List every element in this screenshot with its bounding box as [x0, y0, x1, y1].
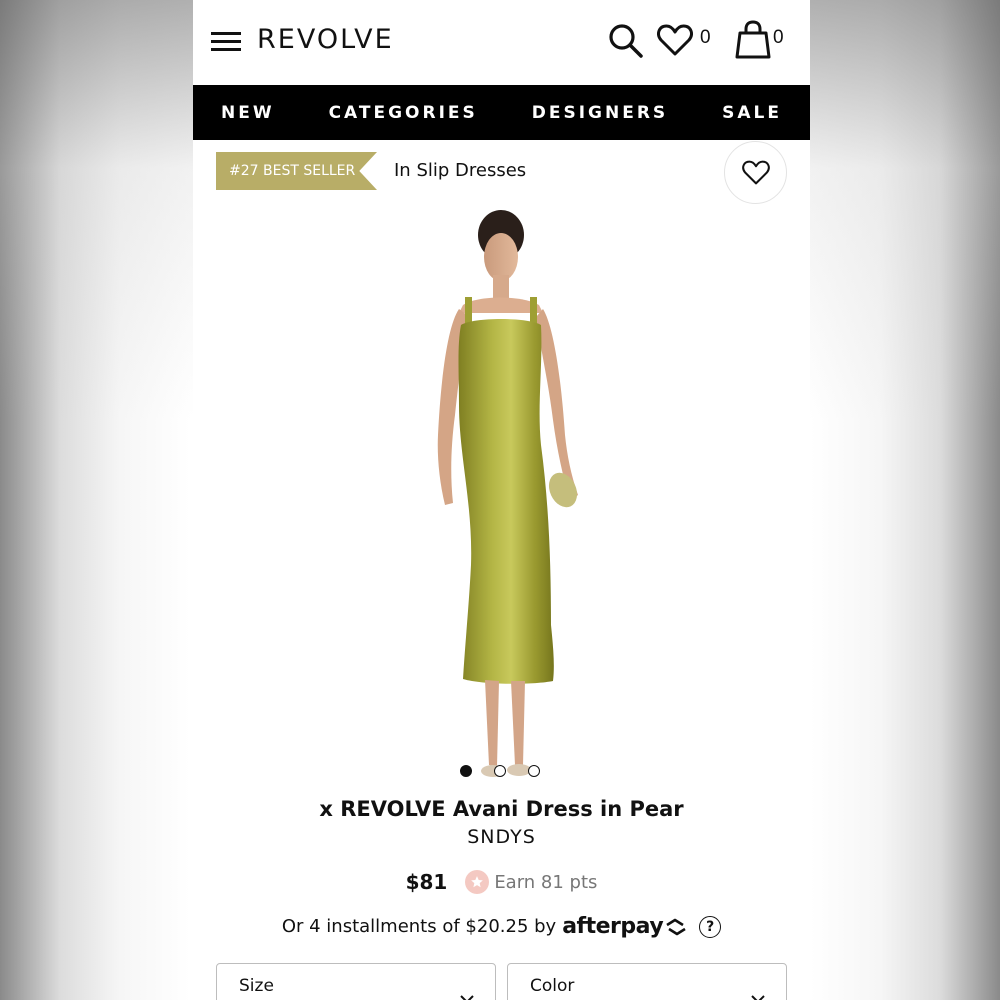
search-icon[interactable] — [607, 22, 645, 60]
chevron-down-icon — [460, 995, 474, 1000]
color-select[interactable]: Color — [507, 963, 787, 1000]
size-select-label: Size — [239, 976, 274, 996]
color-select-label: Color — [530, 976, 575, 996]
reward-points: Earn 81 pts — [465, 870, 597, 894]
carousel-dot-3[interactable] — [528, 765, 540, 777]
nav-designers[interactable]: DESIGNERS — [532, 103, 668, 123]
product-image[interactable] — [393, 205, 610, 790]
chevron-down-icon — [751, 995, 765, 1000]
logo[interactable]: REVOLVE — [257, 24, 394, 55]
carousel-dot-1[interactable] — [460, 765, 472, 777]
header: REVOLVE 0 0 — [193, 0, 810, 85]
nav-new[interactable]: NEW — [221, 103, 275, 123]
product-title: x REVOLVE Avani Dress in Pear — [319, 797, 684, 821]
best-seller-category[interactable]: In Slip Dresses — [394, 160, 526, 181]
product-brand[interactable]: SNDYS — [193, 826, 810, 848]
carousel-dots — [460, 765, 540, 777]
size-select[interactable]: Size — [216, 963, 496, 1000]
afterpay-arrows-icon — [666, 918, 686, 935]
nav-categories[interactable]: CATEGORIES — [329, 103, 478, 123]
carousel-dot-2[interactable] — [494, 765, 506, 777]
nav-sale[interactable]: SALE — [722, 103, 782, 123]
heart-icon[interactable] — [657, 24, 693, 56]
best-seller-badge: #27 BEST SELLER — [216, 152, 377, 190]
cart-count: 0 — [773, 27, 784, 48]
product-price: $81 — [405, 870, 448, 894]
add-to-wishlist-button[interactable] — [724, 141, 787, 204]
price-row: $81 Earn 81 pts — [193, 870, 810, 894]
heart-icon — [741, 160, 770, 185]
afterpay-logo[interactable]: afterpay — [562, 914, 689, 939]
main-nav: NEW CATEGORIES DESIGNERS SALE — [193, 85, 810, 140]
afterpay-label: afterpay — [562, 914, 664, 939]
wishlist-count: 0 — [700, 27, 711, 48]
mobile-page: REVOLVE 0 0 NEW CATEGORIES DESIGNERS SAL… — [193, 0, 810, 1000]
star-icon — [465, 870, 490, 894]
installments-row: Or 4 installments of $20.25 by afterpay … — [193, 914, 810, 939]
installments-text: Or 4 installments of $20.25 by — [281, 916, 557, 937]
reward-points-label: Earn 81 pts — [494, 871, 598, 893]
bag-icon[interactable] — [734, 20, 772, 60]
afterpay-help-icon[interactable]: ? — [699, 915, 722, 938]
menu-icon[interactable] — [211, 30, 241, 52]
